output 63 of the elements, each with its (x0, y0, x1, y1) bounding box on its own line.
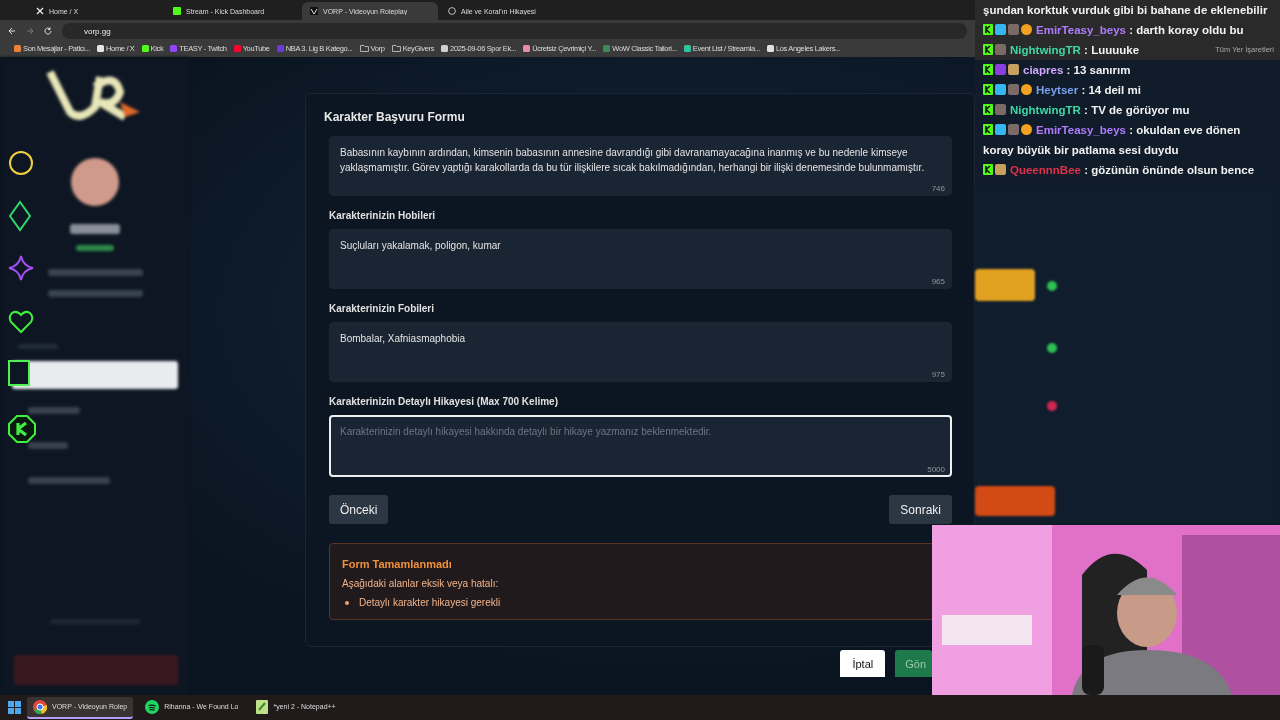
kick-badge-icon (983, 64, 993, 75)
badge-icon (995, 104, 1006, 115)
square-logo-icon (173, 7, 181, 15)
back-icon[interactable] (8, 27, 16, 35)
badge-icon (1008, 84, 1019, 95)
badge-icon (1008, 24, 1019, 35)
character-counter: 746 (931, 184, 945, 193)
address-bar[interactable]: vorp.gg (62, 23, 967, 39)
chat-message: ciapres : 13 sanırım (983, 60, 1131, 80)
folder-icon (359, 45, 369, 52)
forward-icon[interactable] (26, 27, 34, 35)
character-counter: 965 (931, 277, 945, 286)
chat-message: NightwingTR : TV de görüyor mu (983, 100, 1190, 120)
badge-icon (1008, 64, 1019, 75)
kick-badge-icon (983, 124, 993, 135)
kick-badge-icon (983, 44, 993, 55)
cancel-button[interactable]: İptal (840, 650, 886, 677)
chat-message: şundan korktuk vurduk gibi bi bahane de eklenebilir (983, 3, 1268, 18)
chat-message: Heytser : 14 deil mi (983, 80, 1141, 100)
coin-badge-icon (1021, 124, 1032, 135)
field-label: Karakterinizin Hobileri (329, 210, 437, 221)
music-app-icon (145, 699, 160, 714)
previous-button[interactable]: Önceki (329, 495, 389, 524)
x-logo-icon (36, 7, 44, 15)
kick-badge-icon (983, 164, 993, 175)
field-label: Karakterinizin Fobileri (329, 303, 436, 314)
reload-icon[interactable] (44, 27, 52, 35)
chat-message: NightwingTR : Luuuuke (983, 40, 1140, 60)
browser-icon (33, 699, 47, 714)
start-icon[interactable] (8, 701, 21, 714)
badge-icon (995, 164, 1006, 175)
badge-icon (1008, 124, 1019, 135)
bullet-icon (345, 600, 349, 605)
error-item: Detaylı karakter hikayesi gerekli (359, 597, 501, 608)
next-button[interactable]: Sonraki (889, 495, 952, 524)
globe-icon (448, 7, 456, 15)
field-label: Karakterinizin Detaylı Hikayesi (Max 700 Kelime) (329, 396, 559, 407)
kick-badge-icon (983, 24, 993, 35)
error-title: Form Tamamlanmadı (342, 558, 453, 570)
notepad-icon (256, 699, 269, 714)
chat-message: QueennnBee : gözünün önünde olsun bence (983, 160, 1255, 180)
kick-badge-icon (983, 104, 993, 115)
square-outline-icon (8, 360, 30, 386)
badge-icon (995, 24, 1006, 35)
badge-icon (995, 84, 1006, 95)
star-icon (8, 255, 34, 281)
chat-message: EmirTeasy_beys : okuldan eve dönen koray büyük bir patlama sesi duydu (983, 123, 1242, 158)
coin-badge-icon (1021, 84, 1032, 95)
form-title: Karakter Başvuru Formu (323, 110, 466, 124)
heart-icon (8, 310, 34, 334)
badge-icon (995, 124, 1006, 135)
chat-message: EmirTeasy_beys : darth koray oldu bu (983, 20, 1244, 40)
diamond-icon (8, 200, 32, 232)
character-counter: 5000 (927, 465, 945, 474)
circle-icon (8, 150, 34, 176)
badge-icon (995, 44, 1006, 55)
kick-badge-icon (983, 84, 993, 95)
character-counter: 975 (931, 370, 945, 379)
folder-icon (391, 45, 401, 52)
error-message: Aşağıdaki alanlar eksik veya hatalı: (342, 578, 500, 589)
coin-badge-icon (1021, 24, 1032, 35)
badge-icon (995, 64, 1006, 75)
logo-icon (310, 7, 318, 15)
